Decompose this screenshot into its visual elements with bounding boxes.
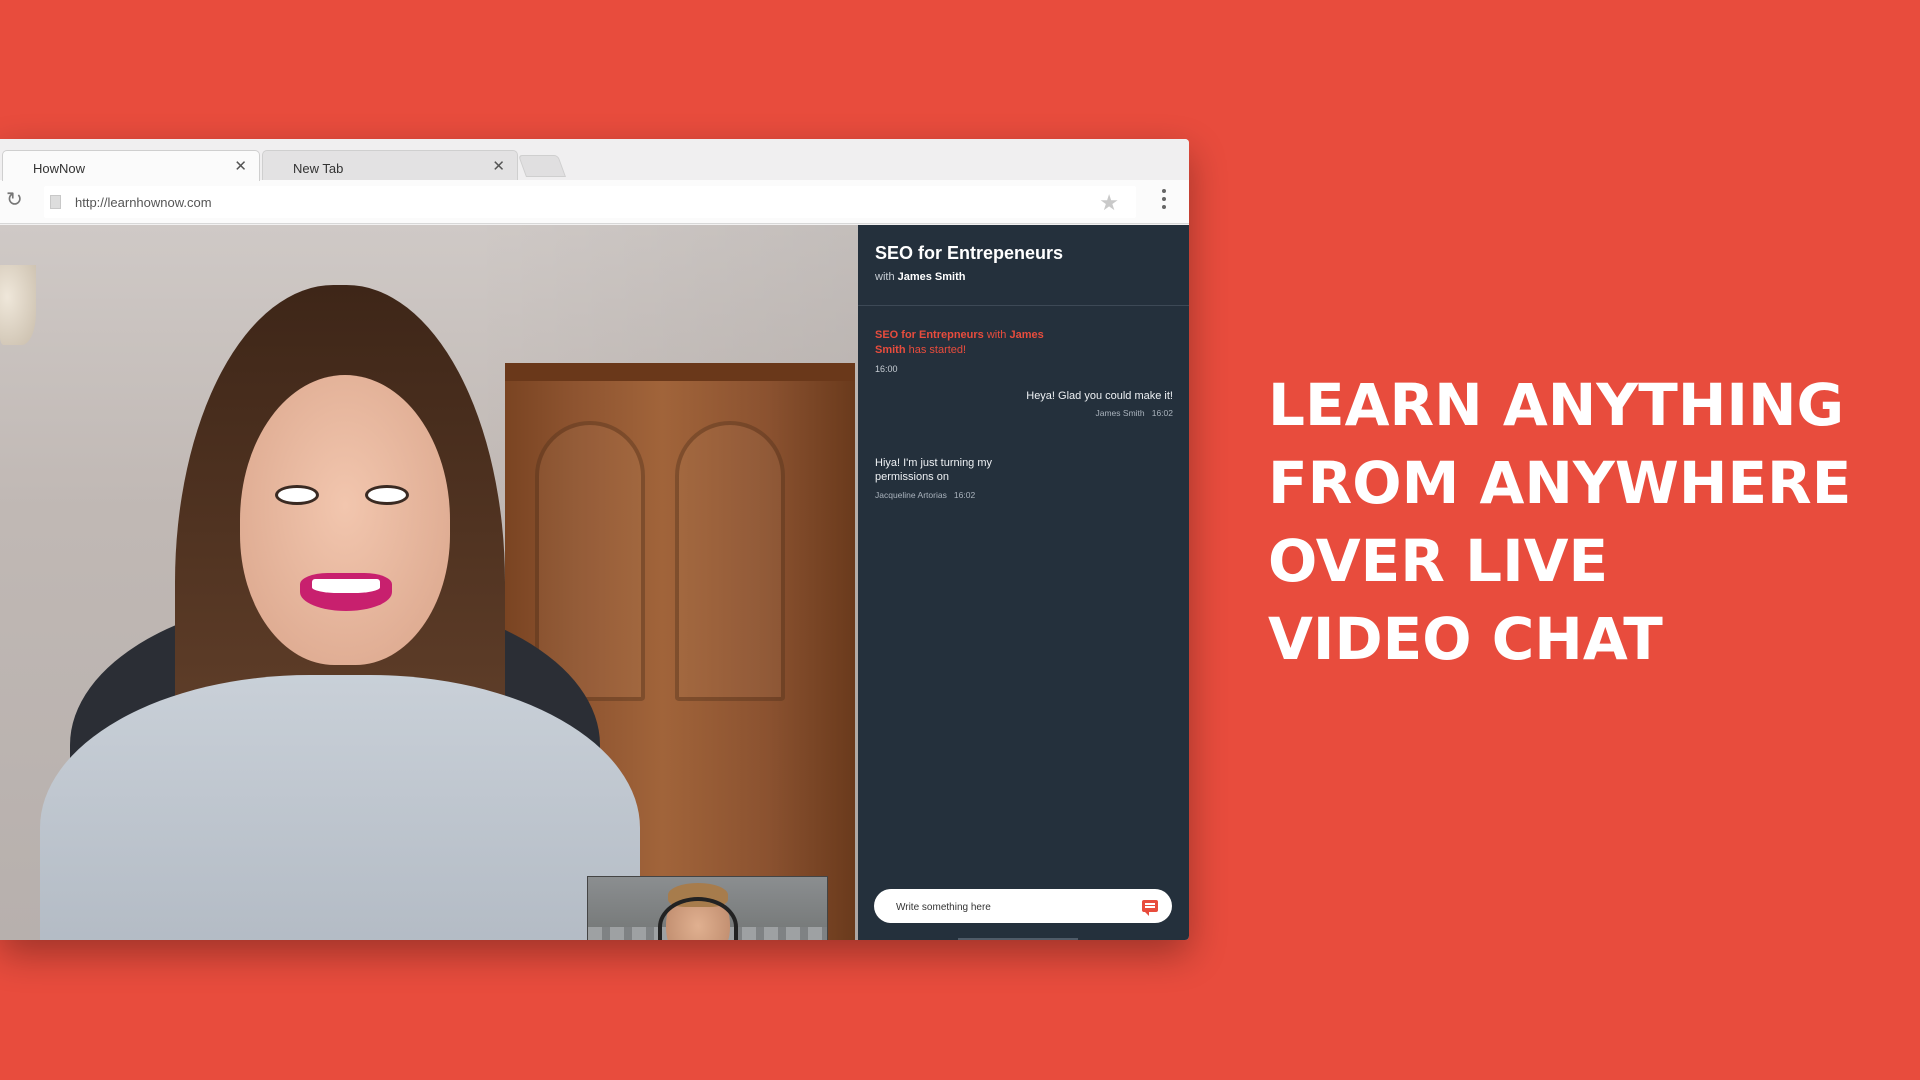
teeth — [312, 579, 380, 593]
url-input[interactable] — [75, 195, 875, 210]
message-meta: Jacqueline Artorias 16:02 — [875, 490, 975, 500]
star-icon[interactable]: ★ — [1099, 190, 1119, 216]
eye — [365, 485, 409, 505]
lamp — [0, 265, 36, 345]
system-with: with — [986, 329, 1007, 341]
subtitle-prefix: with — [875, 271, 895, 283]
tab-new-tab[interactable]: New Tab ✕ — [262, 150, 518, 181]
chat-subtitle: with James Smith — [875, 271, 966, 283]
system-suffix: has started! — [908, 344, 967, 356]
headline-line: OVER LIVE — [1268, 527, 1609, 595]
message-time: 16:02 — [953, 490, 976, 500]
chat-message: Heya! Glad you could make it! — [1026, 390, 1173, 402]
pip-video-feed[interactable]: ✆ — [587, 876, 828, 940]
scroll-indicator — [958, 938, 1078, 940]
tab-hownow[interactable]: HowNow ✕ — [2, 150, 260, 181]
chat-input[interactable] — [896, 899, 1116, 915]
page-icon — [50, 195, 61, 209]
chat-title: SEO for Entrepeneurs — [875, 243, 1064, 263]
address-bar[interactable]: ★ — [44, 186, 1136, 218]
host-name: James Smith — [897, 271, 966, 283]
message-author: Jacqueline Artorias — [875, 490, 947, 500]
chat-panel: SEO for Entrepeneurs with James Smith SE… — [858, 225, 1189, 940]
message-author: James Smith — [1095, 408, 1145, 418]
system-time: 16:00 — [875, 364, 898, 374]
headline-line: VIDEO CHAT — [1268, 605, 1663, 673]
menu-icon[interactable] — [1161, 189, 1167, 211]
chat-header: SEO for Entrepeneurs with James Smith — [858, 225, 1189, 306]
close-icon[interactable]: ✕ — [234, 157, 247, 175]
headline-line: FROM ANYWHERE — [1268, 449, 1852, 517]
wardrobe-panel — [675, 421, 785, 701]
eye — [275, 485, 319, 505]
main-video-feed — [0, 225, 858, 940]
tab-bar: HowNow ✕ New Tab ✕ — [0, 139, 1189, 181]
tab-label: New Tab — [293, 161, 344, 176]
headline: LEARN ANYTHING FROM ANYWHERE OVER LIVE V… — [1268, 366, 1888, 678]
message-meta: James Smith 16:02 — [1096, 408, 1174, 418]
hoodie — [40, 675, 640, 940]
tab-label: HowNow — [33, 161, 86, 176]
system-message: SEO for Entrepneurs with James Smith has… — [875, 328, 1055, 358]
browser-window: HowNow ✕ New Tab ✕ ↻ ★ — [0, 139, 1189, 940]
reload-icon[interactable]: ↻ — [6, 190, 26, 210]
chat-input-box[interactable] — [874, 889, 1172, 923]
system-course: SEO for Entrepneurs — [875, 329, 984, 341]
face — [240, 375, 450, 665]
chat-message: Hiya! I'm just turning my permissions on — [875, 457, 993, 483]
send-icon[interactable] — [1142, 900, 1158, 916]
student-person — [40, 285, 640, 940]
new-tab-button[interactable] — [517, 155, 567, 177]
browser-toolbar: ↻ ★ — [0, 180, 1189, 224]
message-time: 16:02 — [1151, 408, 1173, 418]
lips — [300, 573, 392, 611]
close-icon[interactable]: ✕ — [492, 157, 505, 175]
headline-line: LEARN ANYTHING — [1268, 371, 1845, 439]
